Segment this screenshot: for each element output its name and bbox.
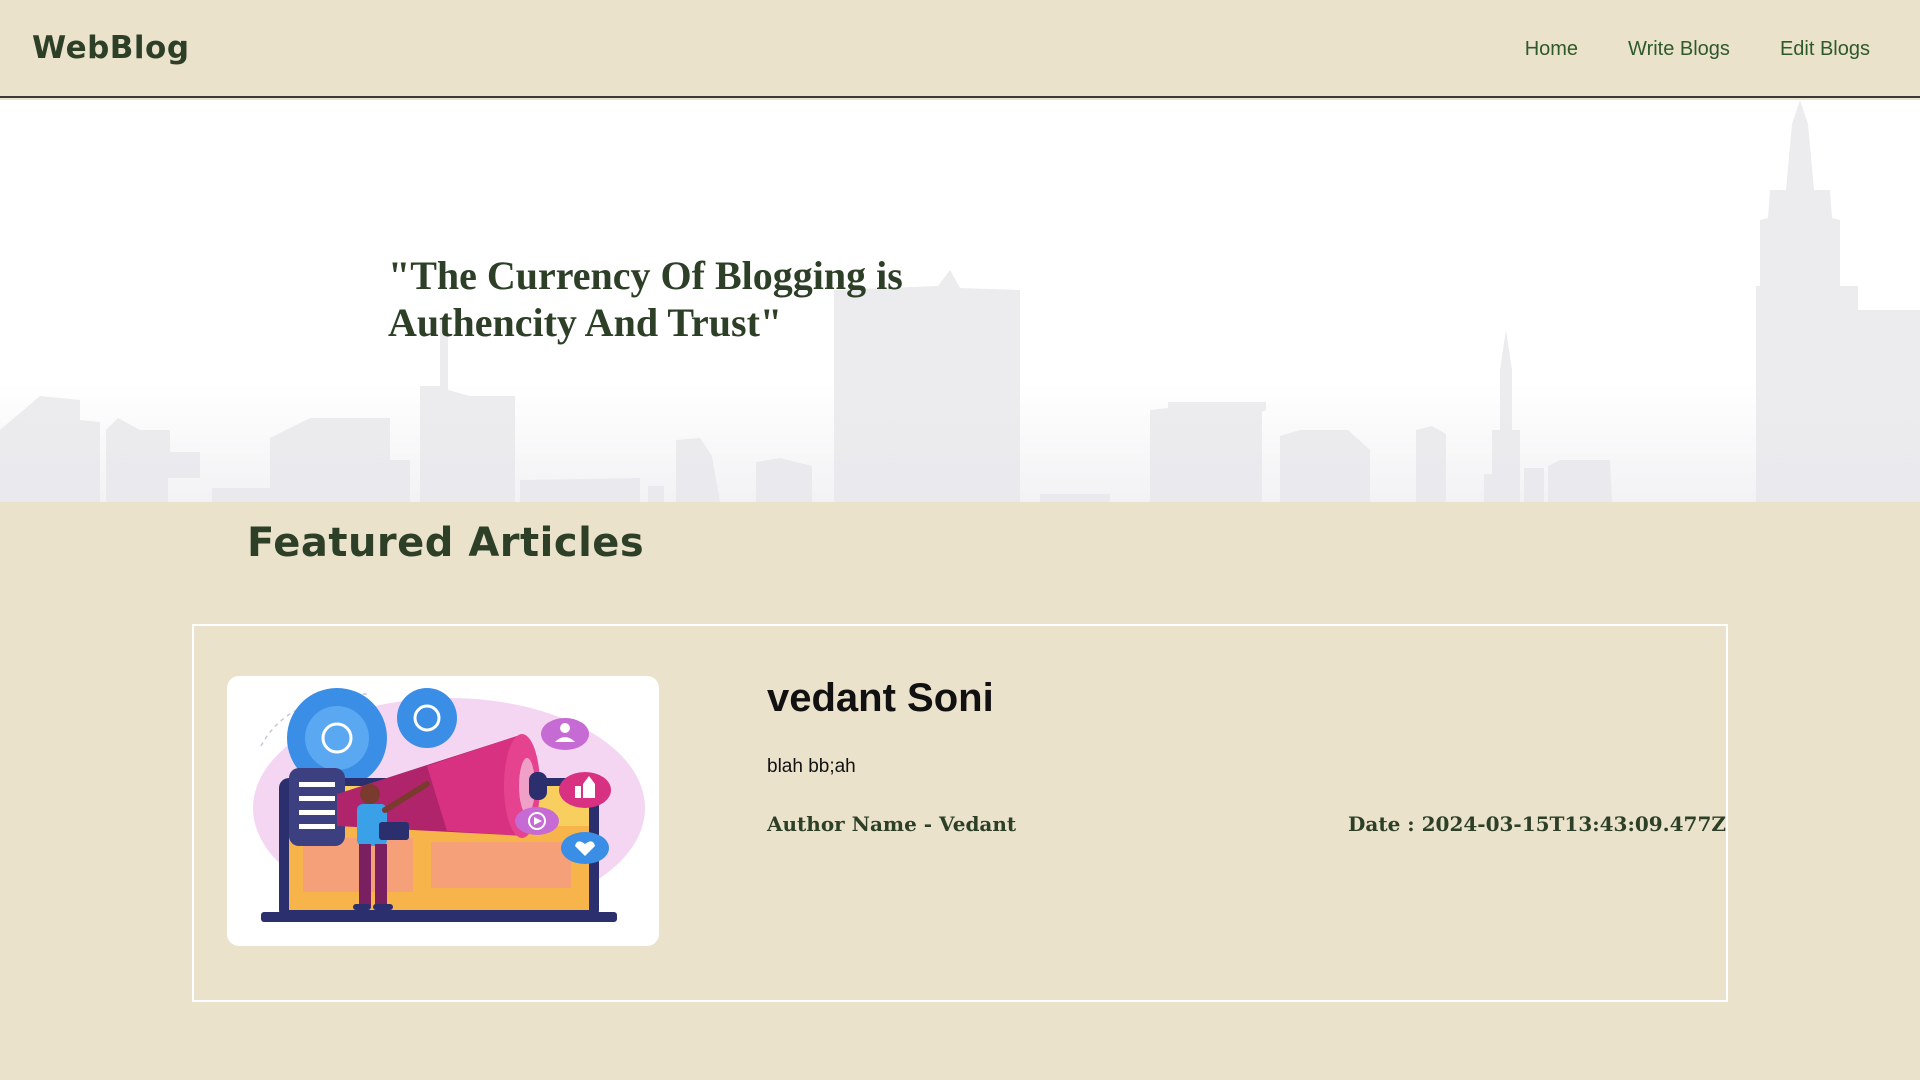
- hero-banner: "The Currency Of Blogging is Authencity …: [0, 100, 1920, 502]
- hero-quote-line-1: "The Currency Of Blogging is: [388, 253, 903, 298]
- hero-quote: "The Currency Of Blogging is Authencity …: [388, 252, 948, 346]
- hero-gradient-overlay: [0, 382, 1920, 502]
- nav-link-write-blogs[interactable]: Write Blogs: [1628, 38, 1730, 61]
- brand-logo[interactable]: WebBlog: [32, 30, 190, 66]
- article-title[interactable]: vedant Soni: [767, 676, 994, 721]
- article-thumbnail[interactable]: [227, 676, 659, 946]
- top-navbar: WebBlog Home Write Blogs Edit Blogs: [0, 0, 1920, 98]
- hero-quote-line-2: Authencity And Trust": [388, 300, 783, 345]
- article-date: Date : 2024-03-15T13:43:09.477Z: [1348, 812, 1726, 836]
- featured-articles-heading: Featured Articles: [247, 520, 645, 566]
- article-card[interactable]: vedant Soni blah bb;ah Author Name - Ved…: [192, 624, 1728, 1002]
- nav-link-home[interactable]: Home: [1525, 38, 1578, 61]
- article-body: blah bb;ah: [767, 756, 856, 777]
- article-author: Author Name - Vedant: [767, 812, 1017, 836]
- megaphone-marketing-illustration: [253, 688, 645, 922]
- nav-links: Home Write Blogs Edit Blogs: [1525, 38, 1870, 61]
- nav-link-edit-blogs[interactable]: Edit Blogs: [1780, 38, 1870, 61]
